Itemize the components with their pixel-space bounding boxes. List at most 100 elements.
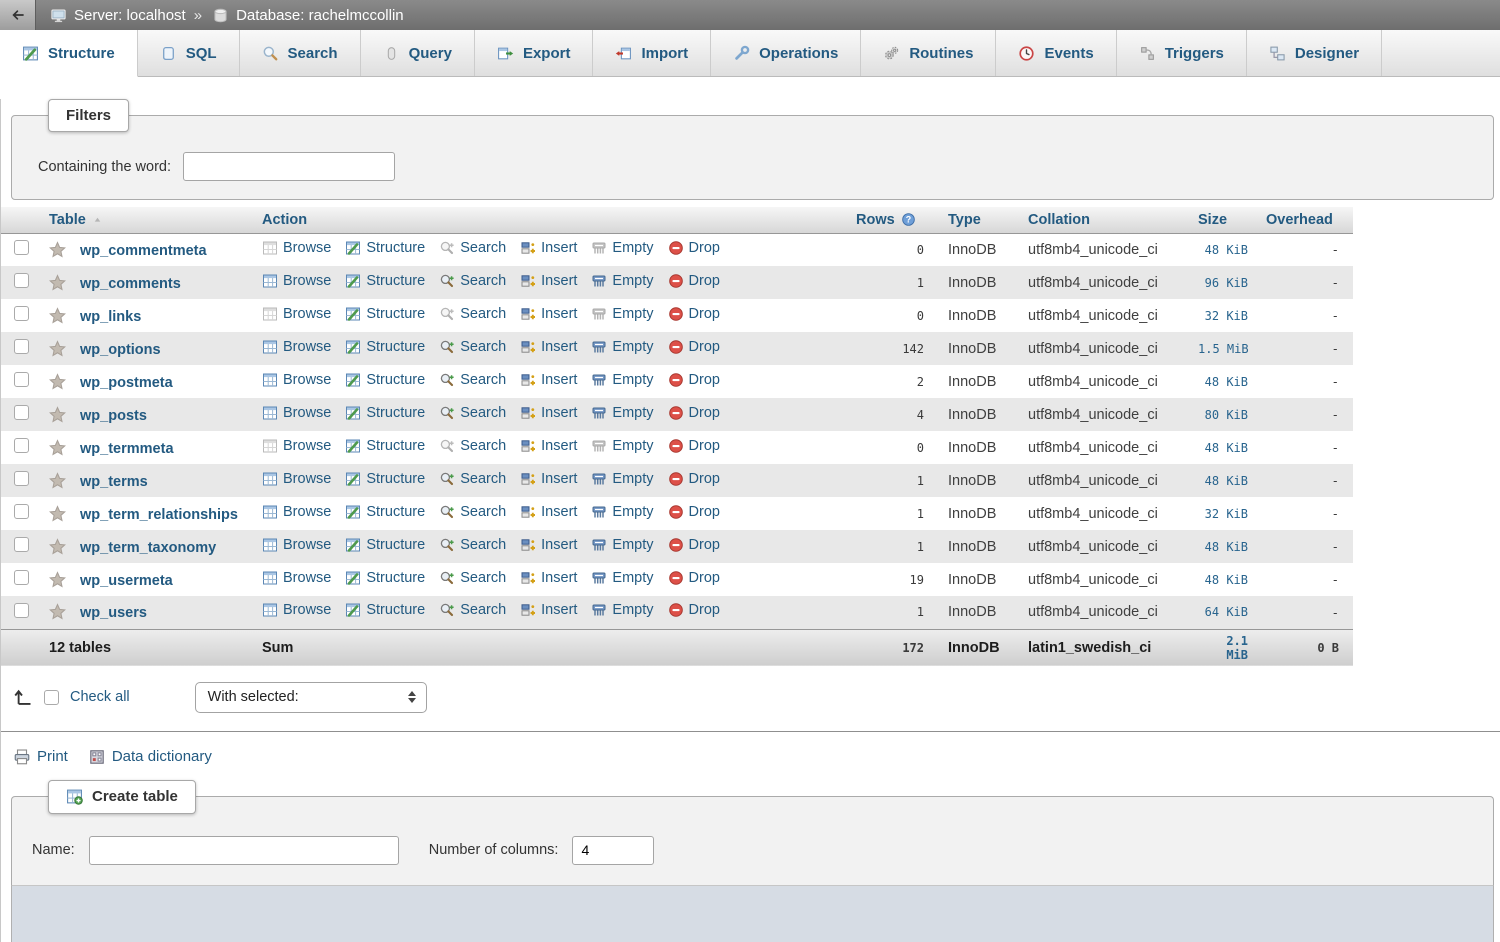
sort-by-size-link[interactable]: Size <box>1198 212 1227 228</box>
favorite-star-icon[interactable] <box>49 340 66 357</box>
favorite-star-icon[interactable] <box>49 538 66 555</box>
favorite-star-icon[interactable] <box>49 472 66 489</box>
insert-link[interactable]: Insert <box>520 570 577 586</box>
favorite-star-icon[interactable] <box>49 505 66 522</box>
structure-link[interactable]: Structure <box>345 339 425 355</box>
sort-by-rows-link[interactable]: Rows <box>856 212 916 228</box>
empty-link[interactable]: Empty <box>591 438 653 454</box>
favorite-star-icon[interactable] <box>49 307 66 324</box>
tab-structure[interactable]: Structure <box>0 30 138 77</box>
drop-link[interactable]: Drop <box>668 273 720 289</box>
search-link[interactable]: Search <box>439 602 506 618</box>
row-checkbox[interactable] <box>14 504 29 519</box>
empty-link[interactable]: Empty <box>591 339 653 355</box>
structure-link[interactable]: Structure <box>345 240 425 256</box>
browse-link[interactable]: Browse <box>262 537 331 553</box>
insert-link[interactable]: Insert <box>520 240 577 256</box>
drop-link[interactable]: Drop <box>668 339 720 355</box>
help-icon[interactable] <box>901 212 916 227</box>
table-name-link[interactable]: wp_comments <box>80 276 181 292</box>
with-selected-select[interactable]: With selected: <box>195 682 427 713</box>
browse-link[interactable]: Browse <box>262 273 331 289</box>
table-name-link[interactable]: wp_users <box>80 605 147 621</box>
empty-link[interactable]: Empty <box>591 471 653 487</box>
tab-sql[interactable]: SQL <box>138 30 240 76</box>
insert-link[interactable]: Insert <box>520 405 577 421</box>
structure-link[interactable]: Structure <box>345 405 425 421</box>
favorite-star-icon[interactable] <box>49 241 66 258</box>
search-link[interactable]: Search <box>439 306 506 322</box>
row-checkbox[interactable] <box>14 438 29 453</box>
tab-routines[interactable]: Routines <box>861 30 996 76</box>
search-link[interactable]: Search <box>439 240 506 256</box>
drop-link[interactable]: Drop <box>668 537 720 553</box>
tab-query[interactable]: Query <box>361 30 475 76</box>
drop-link[interactable]: Drop <box>668 240 720 256</box>
structure-link[interactable]: Structure <box>345 438 425 454</box>
search-link[interactable]: Search <box>439 471 506 487</box>
insert-link[interactable]: Insert <box>520 438 577 454</box>
structure-link[interactable]: Structure <box>345 504 425 520</box>
browse-link[interactable]: Browse <box>262 570 331 586</box>
tab-export[interactable]: Export <box>475 30 594 76</box>
sort-by-table-link[interactable]: Table <box>49 212 103 228</box>
empty-link[interactable]: Empty <box>591 570 653 586</box>
favorite-star-icon[interactable] <box>49 439 66 456</box>
favorite-star-icon[interactable] <box>49 603 66 620</box>
row-checkbox[interactable] <box>14 339 29 354</box>
structure-link[interactable]: Structure <box>345 537 425 553</box>
empty-link[interactable]: Empty <box>591 273 653 289</box>
drop-link[interactable]: Drop <box>668 602 720 618</box>
insert-link[interactable]: Insert <box>520 602 577 618</box>
browse-link[interactable]: Browse <box>262 339 331 355</box>
table-name-link[interactable]: wp_links <box>80 309 141 325</box>
tab-designer[interactable]: Designer <box>1247 30 1382 76</box>
drop-link[interactable]: Drop <box>668 504 720 520</box>
drop-link[interactable]: Drop <box>668 372 720 388</box>
favorite-star-icon[interactable] <box>49 373 66 390</box>
data-dictionary-link[interactable]: Data dictionary <box>88 748 212 766</box>
empty-link[interactable]: Empty <box>591 504 653 520</box>
empty-link[interactable]: Empty <box>591 405 653 421</box>
insert-link[interactable]: Insert <box>520 372 577 388</box>
favorite-star-icon[interactable] <box>49 274 66 291</box>
insert-link[interactable]: Insert <box>520 471 577 487</box>
structure-link[interactable]: Structure <box>345 306 425 322</box>
search-link[interactable]: Search <box>439 438 506 454</box>
empty-link[interactable]: Empty <box>591 306 653 322</box>
browse-link[interactable]: Browse <box>262 504 331 520</box>
row-checkbox[interactable] <box>14 240 29 255</box>
favorite-star-icon[interactable] <box>49 406 66 423</box>
insert-link[interactable]: Insert <box>520 339 577 355</box>
search-link[interactable]: Search <box>439 570 506 586</box>
browse-link[interactable]: Browse <box>262 471 331 487</box>
browse-link[interactable]: Browse <box>262 306 331 322</box>
drop-link[interactable]: Drop <box>668 405 720 421</box>
tab-triggers[interactable]: Triggers <box>1117 30 1247 76</box>
drop-link[interactable]: Drop <box>668 570 720 586</box>
tab-search[interactable]: Search <box>240 30 361 76</box>
structure-link[interactable]: Structure <box>345 602 425 618</box>
structure-link[interactable]: Structure <box>345 570 425 586</box>
empty-link[interactable]: Empty <box>591 372 653 388</box>
tab-events[interactable]: Events <box>996 30 1116 76</box>
table-name-link[interactable]: wp_usermeta <box>80 573 173 589</box>
browse-link[interactable]: Browse <box>262 602 331 618</box>
print-link[interactable]: Print <box>13 748 68 766</box>
structure-link[interactable]: Structure <box>345 372 425 388</box>
table-name-link[interactable]: wp_term_taxonomy <box>80 540 216 556</box>
sort-by-type-link[interactable]: Type <box>948 212 981 228</box>
structure-link[interactable]: Structure <box>345 471 425 487</box>
search-link[interactable]: Search <box>439 405 506 421</box>
insert-link[interactable]: Insert <box>520 306 577 322</box>
table-name-link[interactable]: wp_postmeta <box>80 375 173 391</box>
browse-link[interactable]: Browse <box>262 438 331 454</box>
browse-link[interactable]: Browse <box>262 372 331 388</box>
empty-link[interactable]: Empty <box>591 602 653 618</box>
row-checkbox[interactable] <box>14 537 29 552</box>
table-name-link[interactable]: wp_term_relationships <box>80 507 238 523</box>
insert-link[interactable]: Insert <box>520 537 577 553</box>
table-name-link[interactable]: wp_options <box>80 342 161 358</box>
search-link[interactable]: Search <box>439 372 506 388</box>
breadcrumb-server[interactable]: Server: localhost <box>74 7 186 24</box>
